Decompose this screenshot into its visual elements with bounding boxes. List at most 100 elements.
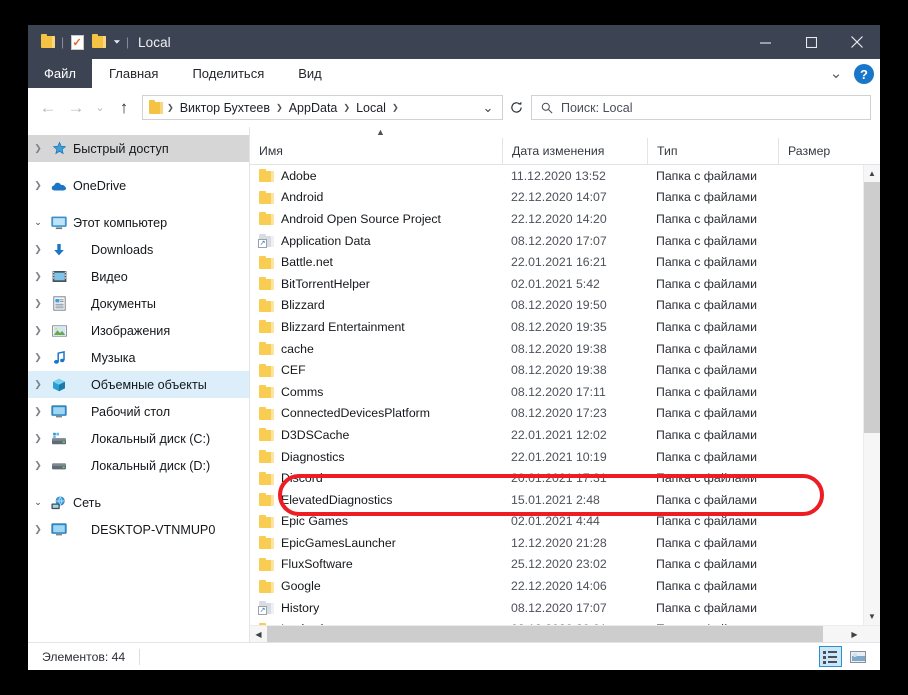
horizontal-scrollbar[interactable]: ◀ ▶ [250,625,880,642]
back-arrow-icon[interactable]: ← [34,94,62,122]
tab-file[interactable]: Файл [28,59,92,88]
refresh-icon[interactable] [503,95,529,120]
scroll-left-icon[interactable]: ◀ [250,626,267,642]
file-name-label: ConnectedDevicesPlatform [281,406,430,420]
table-row[interactable]: CEF08.12.2020 19:38Папка с файлами [250,359,863,381]
chevron-right-icon[interactable]: ❯ [28,524,48,535]
file-name-label: ElevatedDiagnostics [281,493,392,507]
folder-icon [259,580,274,593]
sidebar-item-this-pc[interactable]: ⌄ Этот компьютер [28,209,249,236]
file-name-label: FluxSoftware [281,557,353,571]
table-row[interactable]: Discord20.01.2021 17:31Папка с файлами [250,467,863,489]
minimize-icon[interactable] [742,25,788,59]
file-name-cell: Blizzard [250,298,502,312]
sidebar-item-onedrive[interactable]: ❯ OneDrive [28,172,249,199]
chevron-down-icon[interactable]: ⌄ [28,497,48,508]
sidebar-item-videos[interactable]: ❯ Видео [28,263,249,290]
tab-home[interactable]: Главная [92,59,175,88]
status-divider [139,649,140,665]
sidebar-item-network[interactable]: ⌄ Сеть [28,489,249,516]
column-header-name[interactable]: Имя [250,138,502,164]
sidebar-item-downloads[interactable]: ❯ Downloads [28,236,249,263]
table-row[interactable]: Battle.net22.01.2021 16:21Папка с файлам… [250,251,863,273]
table-row[interactable]: Application Data08.12.2020 17:07Папка с … [250,230,863,252]
chevron-right-icon[interactable]: ❯ [28,244,48,255]
folder-icon [259,536,274,549]
vertical-scroll-track[interactable] [864,182,881,608]
table-row[interactable]: Google22.12.2020 14:06Папка с файлами [250,575,863,597]
chevron-down-icon[interactable]: ⌄ [28,217,48,228]
table-row[interactable]: Android Open Source Project22.12.2020 14… [250,208,863,230]
chevron-right-icon[interactable]: ❯ [28,143,48,154]
chevron-right-icon[interactable]: ❯ [28,433,48,444]
table-row[interactable]: Logitech08.12.2020 20:01Папка с файлами [250,618,863,625]
table-row[interactable]: Android22.12.2020 14:07Папка с файлами [250,187,863,209]
chevron-down-icon[interactable] [826,63,846,85]
table-row[interactable]: ConnectedDevicesPlatform08.12.2020 17:23… [250,403,863,425]
table-row[interactable]: D3DSCache22.01.2021 12:02Папка с файлами [250,424,863,446]
sidebar-item-pictures[interactable]: ❯ Изображения [28,317,249,344]
search-input[interactable]: Поиск: Local [531,95,871,120]
address-bar[interactable]: Виктор Бухтеев AppData Local [142,95,503,120]
chevron-right-icon[interactable]: ❯ [28,406,48,417]
file-name-cell: EpicGamesLauncher [250,536,502,550]
table-row[interactable]: ElevatedDiagnostics15.01.2021 2:48Папка … [250,489,863,511]
recent-locations-icon[interactable]: ⌄ [90,94,110,122]
table-row[interactable]: EpicGamesLauncher12.12.2020 21:28Папка с… [250,532,863,554]
quick-access-new-folder-icon[interactable] [88,30,110,54]
column-header-type[interactable]: Тип [647,138,778,164]
sidebar-item-local-disk-d[interactable]: ❯ Локальный диск (D:) [28,452,249,479]
sidebar-item-desktop-vtnmup0[interactable]: ❯ DESKTOP-VTNMUP0 [28,516,249,543]
table-row[interactable]: BitTorrentHelper02.01.2021 5:42Папка с ф… [250,273,863,295]
sidebar-item-music[interactable]: ❯ Музыка [28,344,249,371]
horizontal-scroll-track[interactable] [267,626,846,642]
chevron-right-icon[interactable]: ❯ [28,352,48,363]
scroll-down-icon[interactable]: ▼ [864,608,881,625]
help-button[interactable]: ? [854,64,874,84]
column-header-size[interactable]: Размер [778,138,880,164]
forward-arrow-icon[interactable]: → [62,94,90,122]
sidebar-item-local-disk-c[interactable]: ❯ Локальный диск (C:) [28,425,249,452]
breadcrumb-item-appdata[interactable]: AppData [285,101,342,115]
close-icon[interactable] [834,25,880,59]
quick-access-folder-icon[interactable] [37,30,59,54]
chevron-right-icon[interactable]: ❯ [28,325,48,336]
tab-view[interactable]: Вид [281,59,339,88]
horizontal-scroll-thumb[interactable] [267,626,823,643]
documents-icon [48,296,70,311]
scroll-right-icon[interactable]: ▶ [846,626,863,642]
sidebar-item-quick-access[interactable]: ❯ Быстрый доступ [28,135,249,162]
chevron-right-icon[interactable]: ❯ [28,379,48,390]
quick-access-customize-caret-icon[interactable] [110,30,124,54]
tab-share[interactable]: Поделиться [175,59,281,88]
table-row[interactable]: Blizzard08.12.2020 19:50Папка с файлами [250,295,863,317]
quick-access-properties-icon[interactable] [66,30,88,54]
address-dropdown-icon[interactable] [478,96,498,119]
sidebar-item-documents[interactable]: ❯ Документы [28,290,249,317]
sidebar-item-desktop[interactable]: ❯ Рабочий стол [28,398,249,425]
breadcrumb-item-user[interactable]: Виктор Бухтеев [176,101,274,115]
details-view-button[interactable] [819,646,842,667]
breadcrumb-item-local[interactable]: Local [352,101,390,115]
sidebar-item-3d-objects[interactable]: ❯ Объемные объекты [28,371,249,398]
chevron-right-icon[interactable]: ❯ [28,298,48,309]
chevron-right-icon[interactable]: ❯ [28,180,48,191]
table-row[interactable]: Comms08.12.2020 17:11Папка с файлами [250,381,863,403]
large-icons-view-button[interactable] [846,646,869,667]
chevron-right-icon[interactable]: ❯ [28,271,48,282]
vertical-scroll-thumb[interactable] [864,182,881,433]
table-row[interactable]: cache08.12.2020 19:38Папка с файлами [250,338,863,360]
table-row[interactable]: Diagnostics22.01.2021 10:19Папка с файла… [250,446,863,468]
table-row[interactable]: FluxSoftware25.12.2020 23:02Папка с файл… [250,554,863,576]
table-row[interactable]: Adobe11.12.2020 13:52Папка с файлами [250,165,863,187]
scroll-up-icon[interactable]: ▲ [864,165,881,182]
vertical-scrollbar[interactable]: ▲ ▼ [863,165,880,625]
up-arrow-icon[interactable]: ↑ [110,94,138,122]
chevron-right-icon[interactable]: ❯ [28,460,48,471]
table-row[interactable]: Epic Games02.01.2021 4:44Папка с файлами [250,511,863,533]
file-name-cell: Application Data [250,234,502,248]
column-header-date[interactable]: Дата изменения [502,138,647,164]
maximize-icon[interactable] [788,25,834,59]
table-row[interactable]: History08.12.2020 17:07Папка с файлами [250,597,863,619]
table-row[interactable]: Blizzard Entertainment08.12.2020 19:35Па… [250,316,863,338]
